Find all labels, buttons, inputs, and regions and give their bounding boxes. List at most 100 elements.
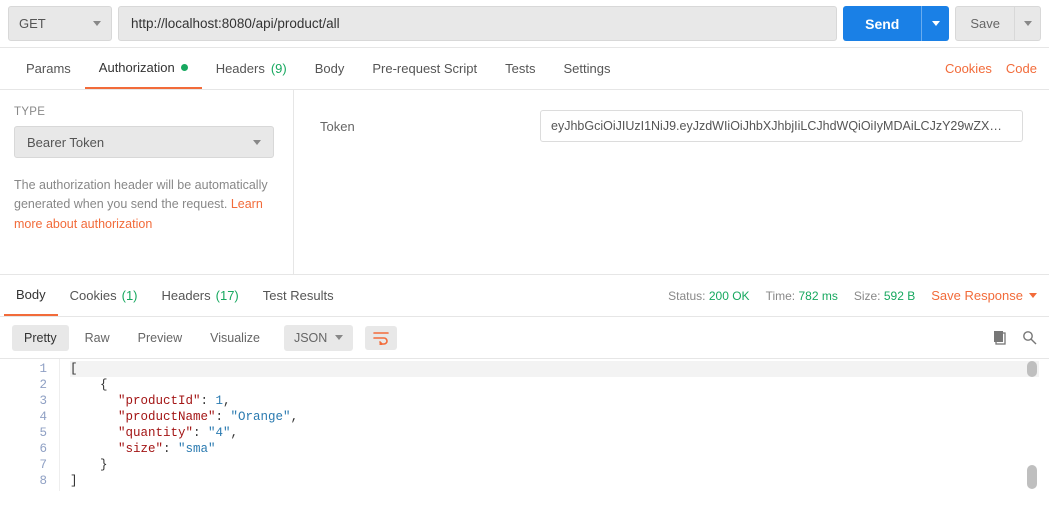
search-response-button[interactable]	[1022, 330, 1037, 345]
line-number: 3	[0, 393, 47, 409]
code-token: {	[70, 378, 108, 392]
tab-response-body-label: Body	[16, 287, 46, 302]
tab-test-results-label: Test Results	[263, 288, 334, 303]
tab-headers[interactable]: Headers (9)	[202, 48, 301, 89]
token-input[interactable]	[540, 110, 1023, 142]
scrollbar-thumb[interactable]	[1027, 465, 1037, 489]
scrollbar-thumb[interactable]	[1027, 361, 1037, 377]
copy-response-button[interactable]	[993, 330, 1008, 345]
chevron-down-icon	[253, 140, 261, 145]
cookies-link[interactable]: Cookies	[945, 61, 992, 76]
token-label: Token	[320, 119, 520, 134]
request-bar: GET Send Save	[0, 0, 1049, 48]
http-method-value: GET	[19, 16, 46, 31]
url-input[interactable]	[118, 6, 837, 41]
tab-params-label: Params	[26, 61, 71, 76]
code-token: "productId"	[118, 394, 201, 408]
view-pretty-button[interactable]: Pretty	[12, 325, 69, 351]
code-token: "quantity"	[118, 426, 193, 440]
time-value: 782 ms	[798, 289, 837, 303]
auth-type-value: Bearer Token	[27, 135, 104, 150]
tab-settings[interactable]: Settings	[549, 48, 624, 89]
wrap-lines-button[interactable]	[365, 326, 397, 350]
chevron-down-icon	[335, 335, 343, 340]
tab-params[interactable]: Params	[12, 48, 85, 89]
tab-response-headers-count: (17)	[216, 288, 239, 303]
tab-response-cookies-count: (1)	[122, 288, 138, 303]
line-number: 7	[0, 457, 47, 473]
view-raw-button[interactable]: Raw	[73, 325, 122, 351]
chevron-down-icon	[1024, 21, 1032, 26]
auth-active-dot-icon	[181, 64, 188, 71]
code-token: "Orange"	[231, 410, 291, 424]
response-tabs: Body Cookies (1) Headers (17) Test Resul…	[0, 275, 1049, 317]
tab-tests[interactable]: Tests	[491, 48, 549, 89]
line-number: 4	[0, 409, 47, 425]
tab-pre-request-label: Pre-request Script	[372, 61, 477, 76]
tab-pre-request[interactable]: Pre-request Script	[358, 48, 491, 89]
line-number: 5	[0, 425, 47, 441]
line-number: 6	[0, 441, 47, 457]
status-value: 200 OK	[709, 289, 750, 303]
tab-response-body[interactable]: Body	[4, 275, 58, 316]
auth-type-column: TYPE Bearer Token The authorization head…	[0, 90, 294, 274]
time-label: Time:	[766, 289, 796, 303]
auth-type-heading: TYPE	[14, 106, 279, 118]
tab-body[interactable]: Body	[301, 48, 359, 89]
tab-response-headers-label: Headers	[162, 288, 211, 303]
save-button-group: Save	[955, 6, 1041, 41]
tab-response-cookies[interactable]: Cookies (1)	[58, 275, 150, 316]
tab-response-cookies-label: Cookies	[70, 288, 117, 303]
size-label: Size:	[854, 289, 881, 303]
code-token: "sma"	[178, 442, 216, 456]
request-tabs: Params Authorization Headers (9) Body Pr…	[0, 48, 1049, 90]
code-token: 1	[216, 394, 224, 408]
line-number: 1	[0, 361, 47, 377]
tab-headers-count: (9)	[271, 61, 287, 76]
response-language-value: JSON	[294, 331, 327, 345]
code-link[interactable]: Code	[1006, 61, 1037, 76]
tab-authorization-label: Authorization	[99, 60, 175, 75]
auth-fields-column: Token	[294, 90, 1049, 274]
line-number-gutter: 1 2 3 4 5 6 7 8	[0, 359, 60, 491]
authorization-panel: TYPE Bearer Token The authorization head…	[0, 90, 1049, 275]
send-button-group: Send	[843, 6, 949, 41]
http-method-select[interactable]: GET	[8, 6, 112, 41]
copy-icon	[993, 330, 1008, 345]
code-token: [	[70, 362, 78, 376]
code-token: "size"	[118, 442, 163, 456]
tab-authorization[interactable]: Authorization	[85, 48, 202, 89]
response-body-code[interactable]: [ { "productId": 1, "productName": "Oran…	[60, 359, 1049, 491]
tab-settings-label: Settings	[563, 61, 610, 76]
save-response-button[interactable]: Save Response	[931, 288, 1037, 303]
auth-help-text: The authorization header will be automat…	[14, 176, 279, 234]
send-button[interactable]: Send	[843, 6, 921, 41]
view-visualize-button[interactable]: Visualize	[198, 325, 272, 351]
chevron-down-icon	[93, 21, 101, 26]
line-number: 2	[0, 377, 47, 393]
tab-tests-label: Tests	[505, 61, 535, 76]
tab-response-headers[interactable]: Headers (17)	[150, 275, 251, 316]
response-body-viewer: 1 2 3 4 5 6 7 8 [ { "productId": 1, "pro…	[0, 359, 1049, 491]
response-format-bar: Pretty Raw Preview Visualize JSON	[0, 317, 1049, 359]
view-preview-button[interactable]: Preview	[126, 325, 194, 351]
save-response-label: Save Response	[931, 288, 1023, 303]
chevron-down-icon	[1029, 293, 1037, 298]
code-token: }	[70, 458, 108, 472]
auth-help-body: The authorization header will be automat…	[14, 178, 268, 211]
chevron-down-icon	[932, 21, 940, 26]
save-dropdown[interactable]	[1015, 6, 1041, 41]
status-label: Status:	[668, 289, 705, 303]
size-value: 592 B	[884, 289, 915, 303]
search-icon	[1022, 330, 1037, 345]
tab-body-label: Body	[315, 61, 345, 76]
code-token: "4"	[208, 426, 231, 440]
tab-headers-label: Headers	[216, 61, 265, 76]
auth-type-select[interactable]: Bearer Token	[14, 126, 274, 158]
send-dropdown[interactable]	[921, 6, 949, 41]
code-token: ]	[70, 474, 78, 488]
wrap-icon	[373, 331, 389, 345]
response-language-select[interactable]: JSON	[284, 325, 353, 351]
tab-test-results[interactable]: Test Results	[251, 275, 346, 316]
save-button[interactable]: Save	[955, 6, 1015, 41]
